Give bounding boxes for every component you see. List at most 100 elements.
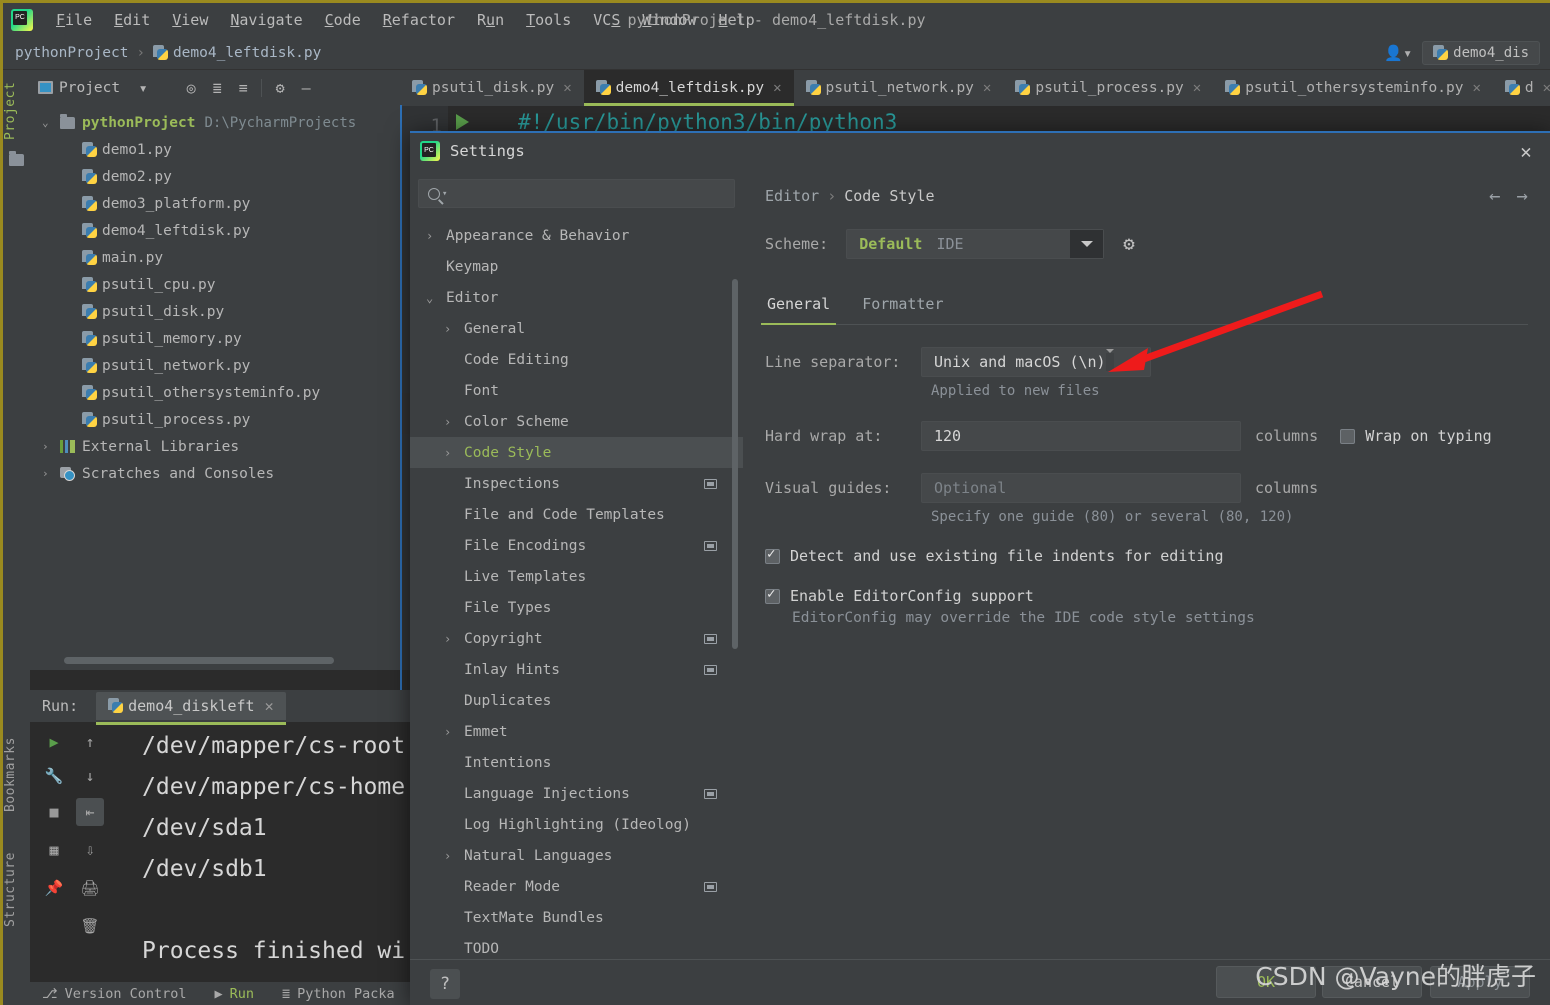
project-tree-item[interactable]: demo3_platform.py <box>30 190 400 217</box>
help-button[interactable]: ? <box>430 969 460 999</box>
editor-tab[interactable]: demo4_leftdisk.py✕ <box>584 70 794 106</box>
settings-tree-item-live-templates[interactable]: Live Templates <box>410 561 743 592</box>
breadcrumb-file[interactable]: demo4_leftdisk.py <box>173 45 321 61</box>
settings-tree-item-copyright[interactable]: ›Copyright <box>410 623 743 654</box>
close-icon[interactable]: ✕ <box>1514 140 1538 164</box>
settings-tree-item-code-editing[interactable]: Code Editing <box>410 344 743 375</box>
breadcrumb-parent[interactable]: Editor <box>765 187 819 205</box>
target-icon[interactable]: ◎ <box>178 75 204 101</box>
close-icon[interactable]: ✕ <box>983 80 991 96</box>
layout-icon[interactable]: ▦ <box>40 836 68 864</box>
menu-item-file[interactable]: File <box>45 8 103 32</box>
settings-tree-item-file-and-code-templates[interactable]: File and Code Templates <box>410 499 743 530</box>
gear-icon[interactable]: ⚙ <box>1123 233 1134 255</box>
run-gutter-icon[interactable] <box>456 114 469 130</box>
settings-tree-item-duplicates[interactable]: Duplicates <box>410 685 743 716</box>
chevron-right-icon[interactable]: › <box>444 415 464 429</box>
project-tree-item[interactable]: demo2.py <box>30 163 400 190</box>
settings-tree-item-inspections[interactable]: Inspections <box>410 468 743 499</box>
chevron-right-icon[interactable]: › <box>42 467 60 480</box>
editorconfig-checkbox[interactable] <box>765 589 780 604</box>
menu-item-view[interactable]: View <box>161 8 219 32</box>
project-tree-item[interactable]: ›External Libraries <box>30 433 400 460</box>
pin-icon[interactable]: 📌 <box>40 874 68 902</box>
chevron-right-icon[interactable]: › <box>444 446 464 460</box>
settings-tree[interactable]: ›Appearance & BehaviorKeymap⌄Editor›Gene… <box>410 214 743 964</box>
stop-icon[interactable]: ■ <box>40 798 68 826</box>
settings-tree-item-file-encodings[interactable]: File Encodings <box>410 530 743 561</box>
project-tree-item[interactable]: psutil_process.py <box>30 406 400 433</box>
settings-tree-item-file-types[interactable]: File Types <box>410 592 743 623</box>
settings-tree-item-log-highlighting-ideolog[interactable]: Log Highlighting (Ideolog) <box>410 809 743 840</box>
soft-wrap-icon[interactable]: ⇤ <box>76 798 104 826</box>
menu-item-vcs[interactable]: VCS <box>582 8 631 32</box>
menu-item-refactor[interactable]: Refactor <box>372 8 466 32</box>
chevron-down-icon[interactable]: ⌄ <box>42 116 60 129</box>
scheme-select[interactable]: Default IDE <box>846 229 1104 259</box>
run-icon[interactable]: ▶ <box>40 728 68 756</box>
chevron-down-icon[interactable] <box>1070 230 1103 258</box>
collapse-all-icon[interactable]: ≣ <box>204 75 230 101</box>
status-bar-item-run[interactable]: ▶Run <box>200 983 268 1005</box>
chevron-down-icon[interactable]: ▾ <box>130 75 156 101</box>
editor-tab[interactable]: d✕ <box>1493 70 1550 106</box>
hide-icon[interactable]: — <box>293 75 319 101</box>
editorconfig-row[interactable]: Enable EditorConfig support <box>765 587 1528 605</box>
status-bar-item-python-packa[interactable]: ≣Python Packa <box>268 983 409 1005</box>
run-tab[interactable]: demo4_diskleft ✕ <box>96 692 285 720</box>
gear-icon[interactable]: ⚙ <box>267 75 293 101</box>
close-icon[interactable]: ✕ <box>773 80 781 96</box>
project-tree-item[interactable]: ›Scratches and Consoles <box>30 460 400 487</box>
tab-general[interactable]: General <box>765 287 832 324</box>
project-tree-item[interactable]: main.py <box>30 244 400 271</box>
scroll-down-icon[interactable]: ↓ <box>76 762 104 790</box>
settings-tree-item-general[interactable]: ›General <box>410 313 743 344</box>
chevron-right-icon[interactable]: › <box>426 229 446 243</box>
menu-item-edit[interactable]: Edit <box>103 8 161 32</box>
menu-item-tools[interactable]: Tools <box>515 8 582 32</box>
settings-tree-item-inlay-hints[interactable]: Inlay Hints <box>410 654 743 685</box>
project-tree-item[interactable]: psutil_memory.py <box>30 325 400 352</box>
close-icon[interactable]: ✕ <box>1543 80 1550 96</box>
breadcrumb-project[interactable]: pythonProject <box>15 45 129 61</box>
close-icon[interactable]: ✕ <box>563 80 571 96</box>
project-tree-item[interactable]: psutil_disk.py <box>30 298 400 325</box>
settings-tree-item-natural-languages[interactable]: ›Natural Languages <box>410 840 743 871</box>
settings-tree-item-textmate-bundles[interactable]: TextMate Bundles <box>410 902 743 933</box>
close-icon[interactable]: ✕ <box>265 697 274 715</box>
settings-tree-item-color-scheme[interactable]: ›Color Scheme <box>410 406 743 437</box>
settings-tree-item-appearance-behavior[interactable]: ›Appearance & Behavior <box>410 220 743 251</box>
expand-all-icon[interactable]: ≡ <box>230 75 256 101</box>
scroll-up-icon[interactable]: ↑ <box>76 728 104 756</box>
settings-tree-item-emmet[interactable]: ›Emmet <box>410 716 743 747</box>
settings-search-input[interactable]: ▾ <box>418 179 735 208</box>
settings-tree-item-intentions[interactable]: Intentions <box>410 747 743 778</box>
detect-indents-row[interactable]: Detect and use existing file indents for… <box>765 547 1528 565</box>
sidebar-item-bookmarks[interactable]: Bookmarks <box>3 725 30 825</box>
scroll-to-end-icon[interactable]: ⇩ <box>76 836 104 864</box>
rerun-wrench-icon[interactable]: 🔧 <box>40 762 68 790</box>
run-configuration-selector[interactable]: demo4_dis <box>1422 41 1540 65</box>
settings-tree-scrollbar[interactable] <box>732 279 738 649</box>
chevron-down-icon[interactable] <box>1106 353 1114 371</box>
chevron-right-icon[interactable]: › <box>444 725 464 739</box>
project-tree-item[interactable]: demo1.py <box>30 136 400 163</box>
project-tree-item[interactable]: psutil_othersysteminfo.py <box>30 379 400 406</box>
visual-guides-input[interactable]: Optional <box>921 473 1241 503</box>
status-bar-item-version-control[interactable]: ⎇Version Control <box>28 983 200 1005</box>
project-tree-item[interactable]: ⌄pythonProjectD:\PycharmProjects <box>30 109 400 136</box>
project-tree[interactable]: ⌄pythonProjectD:\PycharmProjectsdemo1.py… <box>30 105 400 670</box>
settings-tree-item-reader-mode[interactable]: Reader Mode <box>410 871 743 902</box>
editor-tab[interactable]: psutil_othersysteminfo.py✕ <box>1213 70 1493 106</box>
menu-item-code[interactable]: Code <box>314 8 372 32</box>
hard-wrap-input[interactable]: 120 <box>921 421 1241 451</box>
settings-tree-item-editor[interactable]: ⌄Editor <box>410 282 743 313</box>
project-tree-item[interactable]: psutil_cpu.py <box>30 271 400 298</box>
arrow-left-icon[interactable]: ← <box>1489 185 1500 207</box>
close-icon[interactable]: ✕ <box>1472 80 1480 96</box>
settings-tree-item-code-style[interactable]: ›Code Style <box>410 437 743 468</box>
settings-tree-item-keymap[interactable]: Keymap <box>410 251 743 282</box>
trash-icon[interactable]: 🗑 <box>76 912 104 940</box>
line-separator-select[interactable]: Unix and macOS (\n) <box>921 347 1151 377</box>
settings-tree-item-language-injections[interactable]: Language Injections <box>410 778 743 809</box>
